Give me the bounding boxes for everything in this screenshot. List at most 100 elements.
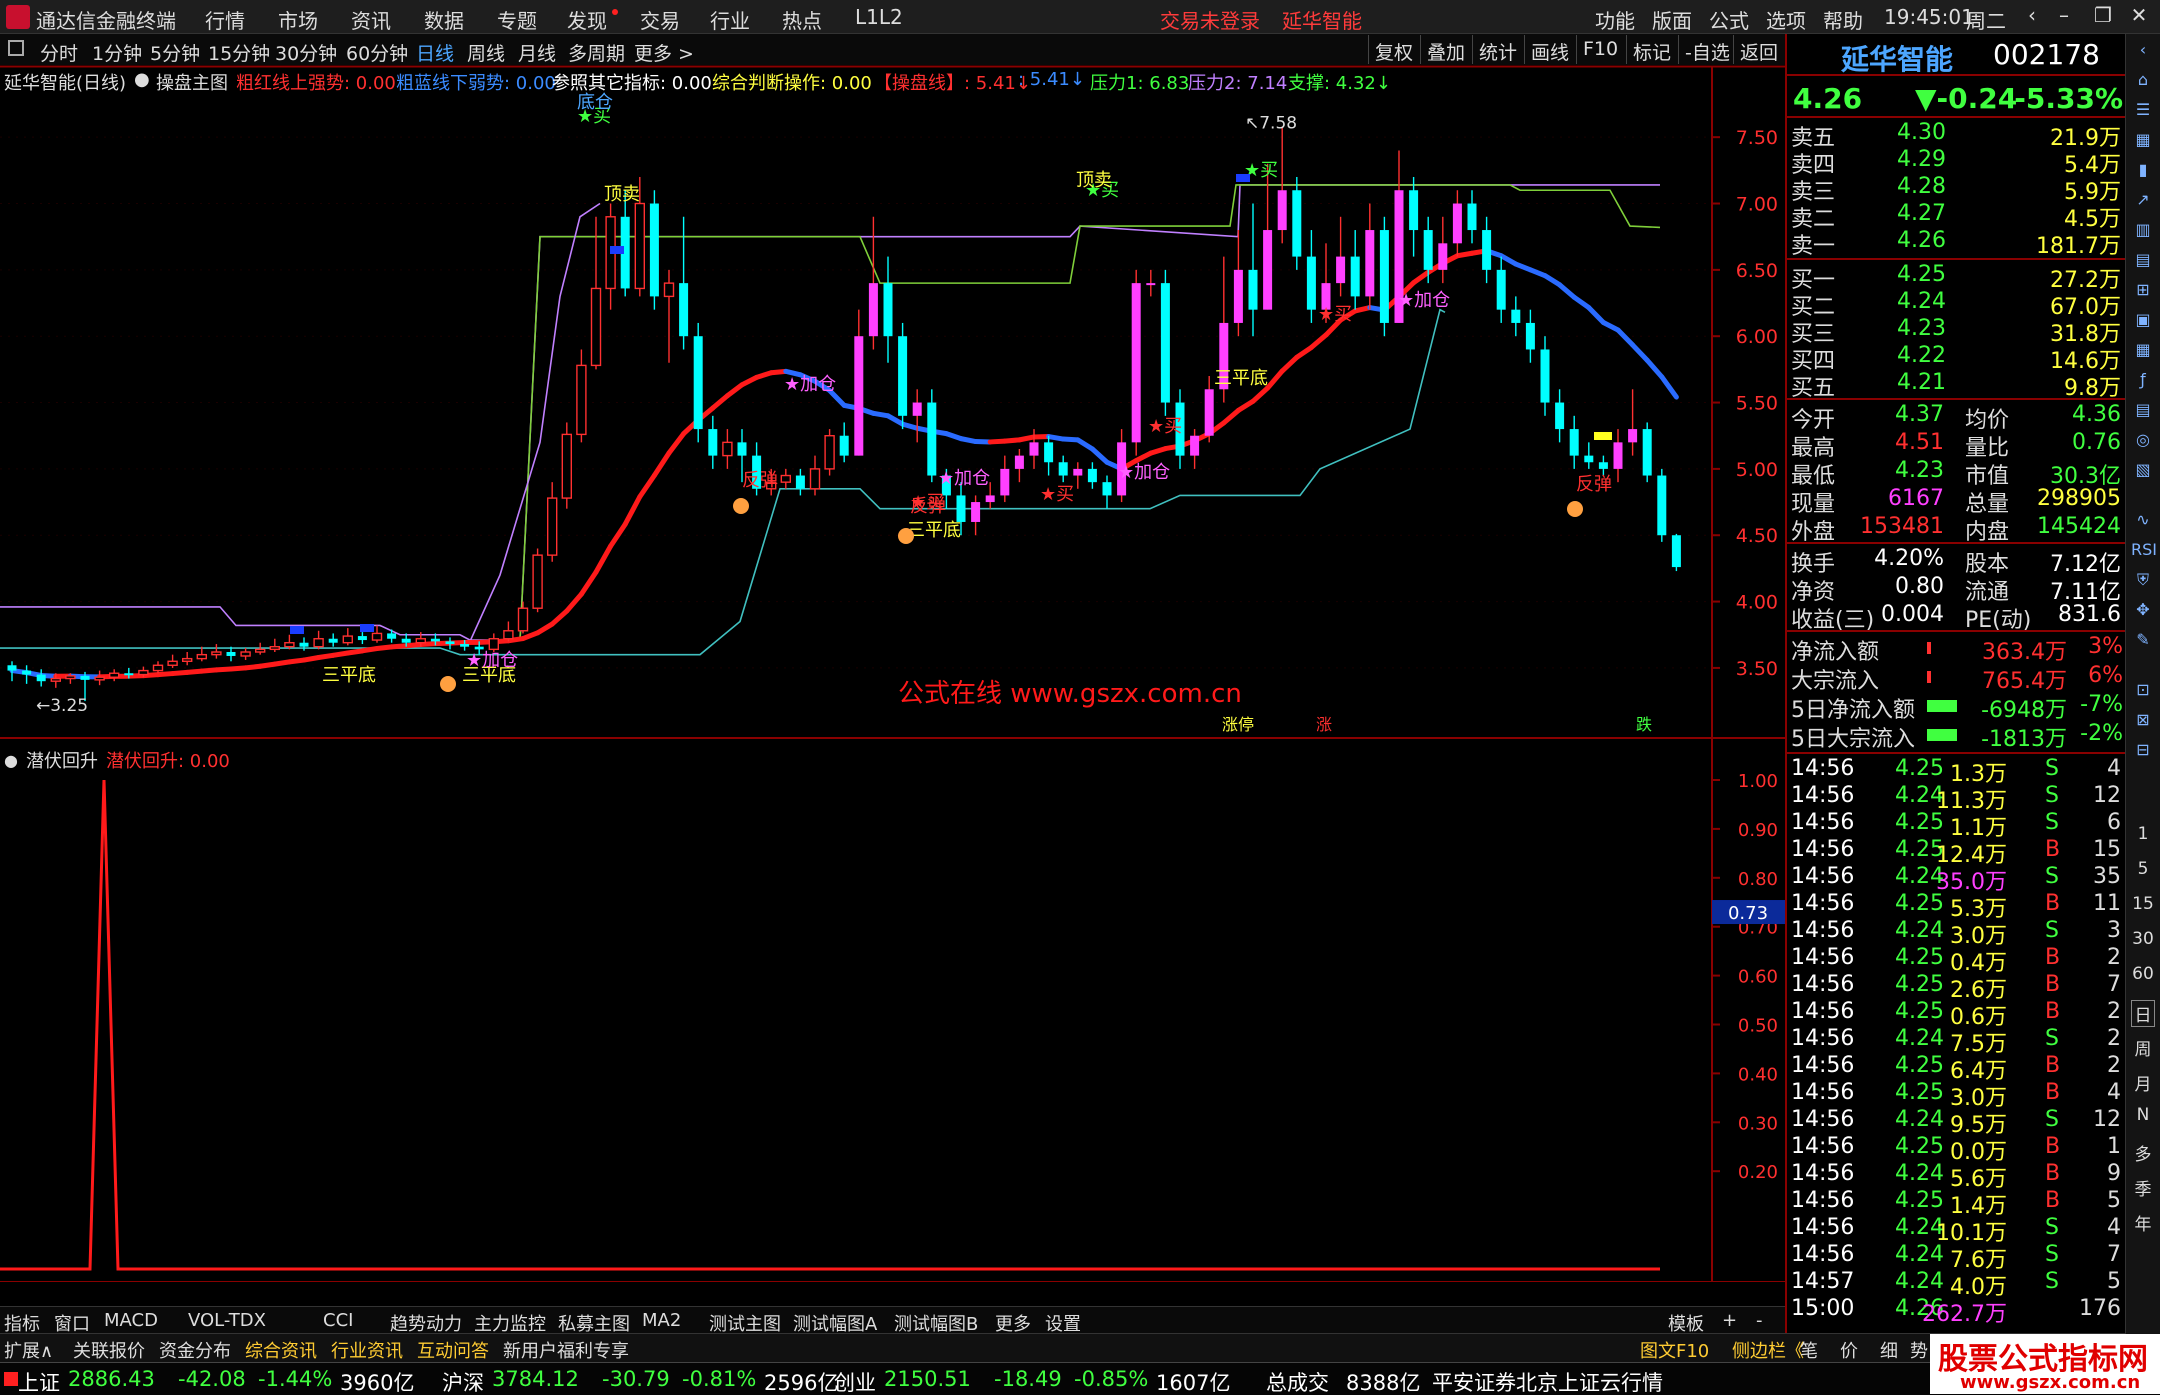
fs-icon[interactable]: ⊡ — [2131, 680, 2155, 704]
period-tab[interactable]: 15分钟 — [208, 39, 270, 66]
tool-button[interactable]: -自选 — [1678, 35, 1736, 64]
period-tab[interactable]: 更多 > — [634, 39, 694, 66]
minute-chart-icon[interactable]: ⊠ — [2131, 710, 2155, 734]
tab-tabs_row2[interactable]: 新用户福利专享 — [503, 1337, 629, 1363]
tab-tabs_row2[interactable]: 扩展∧ — [4, 1337, 53, 1363]
tab-tabs_row2[interactable]: 互动问答 — [417, 1337, 489, 1363]
formula-settings-icon[interactable]: ● — [134, 69, 150, 90]
rsi-icon[interactable]: RSI — [2131, 540, 2157, 564]
period-year[interactable]: 年 — [2131, 1210, 2155, 1235]
tab-tabs_row2[interactable]: 资金分布 — [159, 1337, 231, 1363]
period-tab[interactable]: 5分钟 — [150, 39, 200, 66]
period-tab[interactable]: 多周期 — [568, 39, 625, 66]
period-5min[interactable]: 5 — [2131, 859, 2155, 879]
period-1min[interactable]: 1 — [2131, 824, 2155, 844]
login-status[interactable]: 交易未登录 — [1160, 5, 1260, 34]
back-arrow-icon[interactable]: ‹ — [2015, 3, 2049, 31]
tab-tabs_row1[interactable]: CCI — [323, 1310, 353, 1331]
tab-tabs_row2[interactable]: 关联报价 — [73, 1337, 145, 1363]
tab-side[interactable]: 笔 — [1800, 1337, 1818, 1363]
bars-icon[interactable]: ▥ — [2131, 220, 2155, 244]
menu-item[interactable]: 专题 — [497, 5, 537, 34]
doc-icon[interactable]: ▤ — [2131, 400, 2155, 424]
tab-side[interactable]: 侧边栏《 — [1732, 1337, 1804, 1363]
period-day[interactable]: 日 — [2131, 1000, 2155, 1027]
search-icon[interactable]: ◎ — [2131, 430, 2155, 454]
restore-icon[interactable]: ❐ — [2086, 3, 2120, 31]
shield-icon[interactable]: ⛨ — [2131, 570, 2155, 594]
tool-button[interactable]: 叠加 — [1420, 35, 1471, 64]
tab-side[interactable]: 细 — [1880, 1337, 1898, 1363]
menu-item[interactable]: 行业 — [710, 5, 750, 34]
period-n[interactable]: N — [2131, 1105, 2155, 1125]
formula-name[interactable]: 操盘主图 — [156, 69, 228, 95]
trend-icon[interactable]: ↗ — [2131, 190, 2155, 214]
back-icon[interactable]: ‹ — [2131, 40, 2155, 64]
menu-item[interactable]: 市场 — [278, 5, 318, 34]
stock-name-link[interactable]: 延华智能 — [1282, 5, 1362, 34]
tab-side[interactable]: 势 — [1910, 1337, 1928, 1363]
menu-item[interactable]: 选项 — [1766, 5, 1806, 34]
menu-item[interactable]: 公式 — [1709, 5, 1749, 34]
menu-item[interactable]: 交易 — [640, 5, 680, 34]
kline-chart-svg[interactable]: 7.50 7.00 6.50 6.00 5.50 5.00 4.50 4.00 3.50 ↖7.5… — [0, 66, 1785, 1282]
tab-side[interactable]: 价 — [1840, 1337, 1858, 1363]
period-tab[interactable]: 月线 — [518, 39, 556, 66]
menu-item[interactable]: 热点 — [782, 5, 822, 34]
period-30min[interactable]: 30 — [2131, 929, 2155, 949]
period-tab[interactable]: 60分钟 — [346, 39, 408, 66]
cross-arrows-icon[interactable]: ✥ — [2131, 600, 2155, 624]
chart-area[interactable]: 7.50 7.00 6.50 6.00 5.50 5.00 4.50 4.00 3.50 ↖7.5… — [0, 66, 1785, 1282]
menu-item[interactable]: 功能 — [1595, 5, 1635, 34]
period-tab-active[interactable]: 日线 — [416, 39, 454, 66]
tool-button[interactable]: 标记 — [1626, 35, 1677, 64]
close-icon[interactable]: ✕ — [2122, 3, 2156, 31]
window-icon[interactable] — [8, 40, 24, 56]
tool-button[interactable]: 统计 — [1472, 35, 1523, 64]
menu-item[interactable]: 资讯 — [351, 5, 391, 34]
home-icon[interactable]: ⌂ — [2131, 70, 2155, 94]
period-tab[interactable]: 1分钟 — [92, 39, 142, 66]
tool-button[interactable]: F10 — [1576, 35, 1624, 64]
period-week[interactable]: 周 — [2131, 1035, 2155, 1060]
menu-item[interactable]: 数据 — [424, 5, 464, 34]
tick-side: S — [2045, 864, 2059, 889]
menu-item[interactable]: 行情 — [205, 5, 245, 34]
tab-tabs_row2[interactable]: 综合资讯 — [245, 1337, 317, 1363]
tab-tabs_row2[interactable]: 行业资讯 — [331, 1337, 403, 1363]
list-icon[interactable]: ☰ — [2131, 100, 2155, 124]
layers-icon[interactable]: ▧ — [2131, 460, 2155, 484]
f10-icon[interactable]: ⊞ — [2131, 280, 2155, 304]
period-month[interactable]: 月 — [2131, 1070, 2155, 1095]
period-60min[interactable]: 60 — [2131, 964, 2155, 984]
kline-icon[interactable]: ▮ — [2131, 160, 2155, 184]
minimize-icon[interactable]: – — [2047, 3, 2081, 31]
wave-icon[interactable]: ∿ — [2131, 510, 2155, 534]
formula-icon[interactable]: ƒ — [2131, 370, 2155, 394]
pen-icon[interactable]: ✎ — [2131, 630, 2155, 654]
line-chart-icon[interactable]: ⊟ — [2131, 740, 2155, 764]
period-multi[interactable]: 多 — [2131, 1140, 2155, 1165]
tool-button[interactable]: 画线 — [1524, 35, 1575, 64]
tab-template[interactable]: - — [1756, 1310, 1763, 1331]
period-quarter[interactable]: 季 — [2131, 1175, 2155, 1200]
menu-item[interactable]: 帮助 — [1823, 5, 1863, 34]
tool-button[interactable]: 返回 — [1733, 35, 1784, 64]
period-15min[interactable]: 15 — [2131, 894, 2155, 914]
tab-side[interactable]: 图文F10 — [1640, 1337, 1709, 1363]
menu-item[interactable]: 发现 — [567, 5, 607, 34]
tab-tabs_row1[interactable]: MACD — [104, 1310, 158, 1331]
tab-tabs_row1[interactable]: MA2 — [642, 1310, 681, 1331]
table-icon[interactable]: ▦ — [2131, 340, 2155, 364]
tab-tabs_row1[interactable]: VOL-TDX — [188, 1310, 266, 1331]
news-icon[interactable]: ▣ — [2131, 310, 2155, 334]
period-tab[interactable]: 30分钟 — [275, 39, 337, 66]
period-tab[interactable]: 周线 — [467, 39, 505, 66]
grid-icon[interactable]: ▦ — [2131, 130, 2155, 154]
menu-item[interactable]: 版面 — [1652, 5, 1692, 34]
tool-button[interactable]: 复权 — [1368, 35, 1419, 64]
l1l2-label[interactable]: L1L2 — [855, 5, 903, 29]
chart-icon[interactable]: ▤ — [2131, 250, 2155, 274]
period-tab[interactable]: 分时 — [40, 39, 78, 66]
tab-template[interactable]: + — [1722, 1310, 1737, 1331]
